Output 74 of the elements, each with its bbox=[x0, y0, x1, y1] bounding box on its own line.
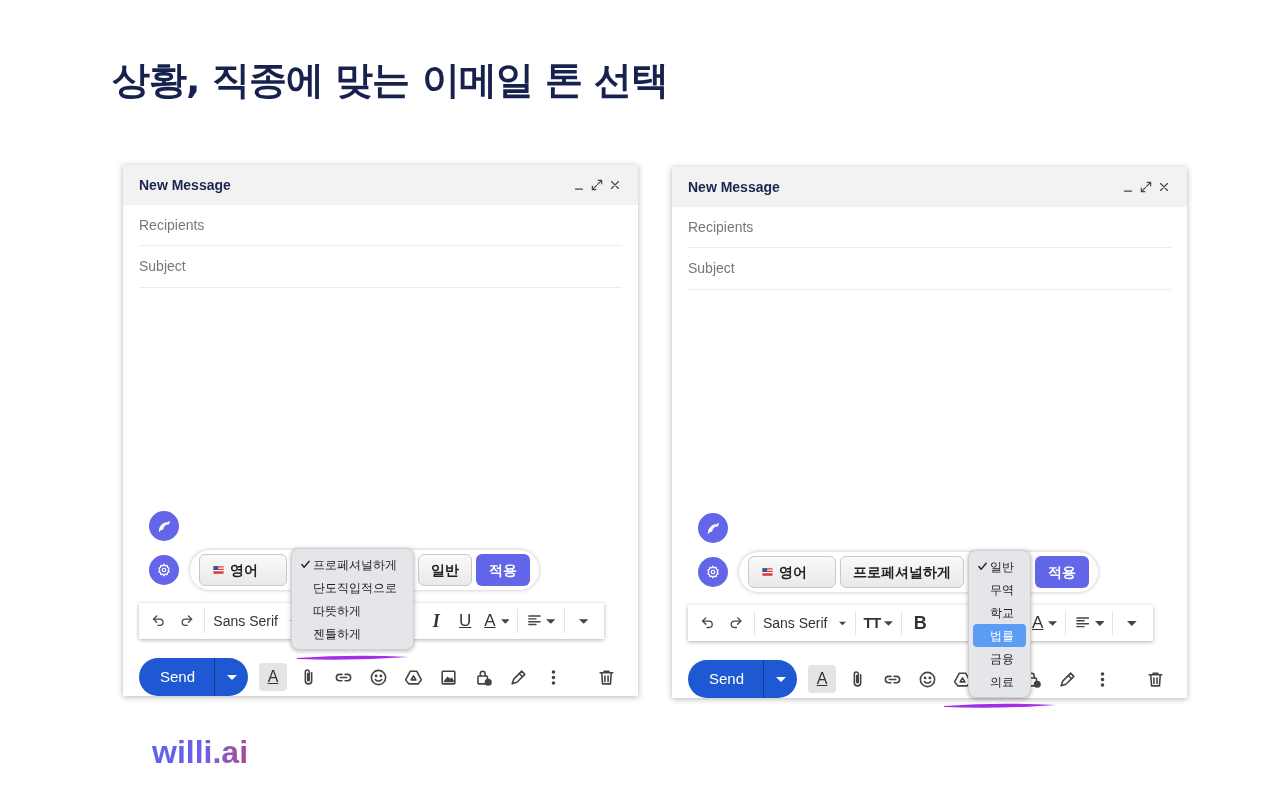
font-dropdown[interactable]: Sans Serif bbox=[758, 609, 851, 637]
image-icon[interactable] bbox=[439, 667, 458, 687]
smiley-icon[interactable] bbox=[918, 669, 937, 689]
send-button[interactable]: Send bbox=[688, 660, 797, 698]
menu-item[interactable]: 무역 bbox=[973, 578, 1026, 601]
pen-icon[interactable] bbox=[509, 667, 528, 687]
caret-icon bbox=[500, 618, 510, 624]
lock-clock-icon[interactable] bbox=[474, 667, 493, 687]
caret-icon bbox=[839, 620, 847, 626]
caret-icon bbox=[546, 618, 556, 624]
language-button[interactable]: 영어 bbox=[199, 554, 287, 586]
window-title: New Message bbox=[688, 177, 780, 197]
settings-button[interactable] bbox=[698, 557, 728, 587]
caret-icon bbox=[1094, 620, 1105, 626]
subject-field[interactable]: Subject bbox=[688, 248, 1171, 290]
menu-item[interactable]: 의료 bbox=[973, 670, 1026, 693]
language-button[interactable]: 영어 bbox=[748, 556, 836, 588]
menu-item[interactable]: 프로페셔널하게 bbox=[296, 553, 409, 576]
field-placeholder: Subject bbox=[139, 257, 186, 276]
bold-button[interactable]: B bbox=[906, 609, 935, 637]
flag-icon bbox=[761, 567, 774, 577]
menu-item[interactable]: 학교 bbox=[973, 601, 1026, 624]
caret-icon bbox=[1048, 620, 1058, 626]
caret-icon bbox=[884, 620, 894, 626]
trash-icon[interactable] bbox=[597, 667, 616, 687]
caret-icon[interactable] bbox=[775, 676, 786, 682]
option-button[interactable]: 프로페셔널하게 bbox=[840, 556, 964, 588]
flag-icon bbox=[212, 565, 225, 575]
field-placeholder: Recipients bbox=[139, 215, 205, 235]
redo-icon[interactable] bbox=[728, 615, 744, 631]
formatting-button[interactable]: A bbox=[808, 665, 836, 693]
pen-icon[interactable] bbox=[1058, 669, 1077, 689]
field-placeholder: Subject bbox=[688, 259, 735, 278]
expand-icon[interactable] bbox=[590, 178, 604, 192]
check-icon bbox=[300, 559, 311, 570]
underline-button[interactable]: U bbox=[451, 607, 480, 635]
option-button[interactable]: 일반 bbox=[418, 554, 472, 586]
drive-icon[interactable] bbox=[404, 667, 423, 687]
settings-button[interactable] bbox=[149, 555, 179, 585]
settings-icon bbox=[157, 563, 171, 577]
close-icon[interactable] bbox=[608, 178, 622, 192]
text-size-dropdown[interactable]: TT bbox=[859, 609, 898, 637]
menu-item[interactable]: 일반 bbox=[973, 555, 1026, 578]
recipients-field[interactable]: Recipients bbox=[688, 207, 1171, 248]
expand-icon[interactable] bbox=[1139, 180, 1153, 194]
send-button[interactable]: Send bbox=[139, 658, 248, 696]
menu-item[interactable]: 따뜻하게 bbox=[296, 599, 409, 622]
caret-icon[interactable] bbox=[578, 618, 588, 624]
field-placeholder: Recipients bbox=[688, 217, 754, 237]
undo-icon[interactable] bbox=[151, 613, 167, 629]
check-icon bbox=[977, 561, 988, 572]
undo-icon[interactable] bbox=[700, 615, 716, 631]
redo-icon[interactable] bbox=[179, 613, 195, 629]
assistant-button[interactable] bbox=[149, 511, 179, 541]
text-color-dropdown[interactable]: A bbox=[480, 607, 514, 635]
recipients-field[interactable]: Recipients bbox=[139, 205, 622, 246]
apply-button[interactable]: 적용 bbox=[1035, 556, 1089, 588]
italic-button[interactable]: I bbox=[422, 607, 451, 635]
menu-item[interactable]: 금융 bbox=[973, 647, 1026, 670]
smiley-icon[interactable] bbox=[369, 667, 388, 687]
trash-icon[interactable] bbox=[1146, 669, 1165, 689]
menu-item[interactable]: 단도직입적으로 bbox=[296, 576, 409, 599]
window-title: New Message bbox=[139, 175, 231, 195]
caret-icon[interactable] bbox=[1127, 620, 1137, 626]
caret-icon[interactable] bbox=[226, 674, 237, 680]
formatting-button[interactable]: A bbox=[259, 663, 287, 691]
apply-button[interactable]: 적용 bbox=[476, 554, 530, 586]
close-icon[interactable] bbox=[1157, 180, 1171, 194]
subject-field[interactable]: Subject bbox=[139, 246, 622, 288]
menu-item[interactable]: 젠틀하게 bbox=[296, 622, 409, 645]
assistant-button[interactable] bbox=[698, 513, 728, 543]
slide-heading: 상황, 직종에 맞는 이메일 톤 선택 bbox=[112, 57, 669, 104]
text-color-dropdown[interactable]: A bbox=[1028, 609, 1062, 637]
settings-icon bbox=[706, 565, 720, 579]
